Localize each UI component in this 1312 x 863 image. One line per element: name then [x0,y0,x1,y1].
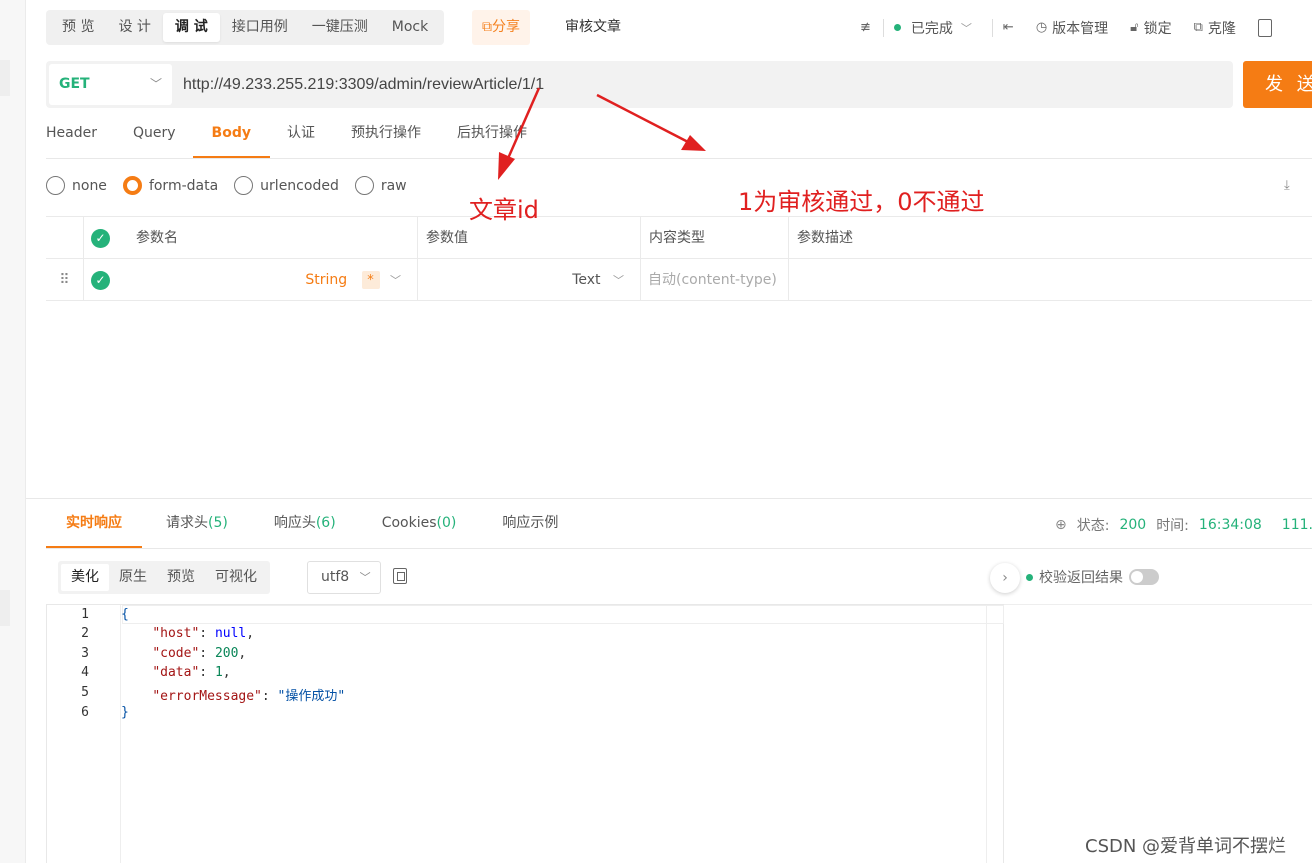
tab-count: (6) [315,515,336,531]
copy-icon[interactable] [393,568,407,584]
current-line-highlight [122,605,1004,624]
code-line: } [121,705,129,720]
line-number: 5 [81,685,89,700]
chevron-down-icon: ﹀ [359,571,371,584]
tab-request-headers[interactable]: 请求头(5) [166,499,228,548]
time-label: 时间: [1156,518,1189,534]
validate-response-toggle[interactable]: 校验返回结果 [1026,567,1159,587]
code-line: "data": 1, [152,665,231,680]
line-number: 2 [81,626,89,641]
line-number: 3 [81,646,89,661]
code-line: { [121,607,129,622]
divider [1004,604,1312,605]
encoding-select[interactable]: utf8 ﹀ [307,561,381,594]
response-status: ⊕ 状态: 200 时间: 16:34:08 111. [1055,515,1312,535]
tab-label: Cookies [381,515,437,531]
json-value: null [214,626,247,641]
tab-response-examples[interactable]: 响应示例 [502,499,558,548]
format-tabs: 美化 原生 预览 可视化 [58,561,270,594]
tab-preview[interactable]: 预览 [157,564,205,591]
code-line: "errorMessage": "操作成功" [152,689,346,704]
annotation-arrowhead-flag [681,135,706,151]
annotation-arrow-flag [596,93,691,145]
tab-response-headers[interactable]: 响应头(6) [274,499,336,548]
status-dot-icon [1026,573,1033,581]
tab-label: 响应示例 [502,515,559,531]
json-key: "data" [152,665,200,680]
tab-label: 请求头 [166,515,208,531]
annotation-arrow-id [504,87,541,164]
status-label: 状态: [1076,518,1110,534]
response-time: 16:34:08 [1198,517,1262,533]
status-code: 200 [1119,517,1147,533]
json-brace: } [121,705,129,720]
line-number: 6 [81,705,89,720]
line-number-gutter: 1 2 3 4 5 6 [47,605,121,863]
response-size: 111. [1281,517,1312,533]
globe-icon: ⊕ [1055,517,1067,533]
code-line: "host": null, [152,626,255,641]
response-code-editor[interactable]: 1 2 3 4 5 6 { "host": null, "code": 200,… [46,604,1004,863]
json-brace: { [121,607,129,622]
chevron-right-icon[interactable]: › [990,563,1020,593]
annotation-article-id: 文章id [469,196,539,224]
tab-count: (0) [436,515,457,531]
json-key: "errorMessage" [152,689,262,704]
tab-cookies[interactable]: Cookies(0) [382,499,457,548]
tab-count: (5) [208,515,228,531]
tab-label: 响应头 [273,515,316,531]
code-line: "code": 200, [152,646,247,661]
tab-pretty[interactable]: 美化 [61,564,109,591]
editor-scrollbar[interactable] [986,605,1002,863]
json-value: "操作成功" [277,689,346,704]
json-value: 1 [214,665,223,680]
encoding-value: utf8 [321,569,350,585]
tab-visualize[interactable]: 可视化 [205,564,267,591]
json-key: "host" [152,626,200,641]
annotation-arrowhead-id [498,152,515,180]
validate-label: 校验返回结果 [1039,570,1123,586]
toggle-switch[interactable] [1129,569,1159,585]
tab-raw[interactable]: 原生 [109,564,157,591]
tab-label: 实时响应 [66,515,122,531]
json-key: "code" [152,646,200,661]
tab-live-response[interactable]: 实时响应 [46,499,142,548]
watermark: CSDN @爱背单词不摆烂 [1085,836,1287,857]
json-value: 200 [214,646,239,661]
line-number: 1 [81,607,89,622]
annotation-review-note: 1为审核通过，0不通过 [738,188,985,216]
line-number: 4 [81,665,89,680]
